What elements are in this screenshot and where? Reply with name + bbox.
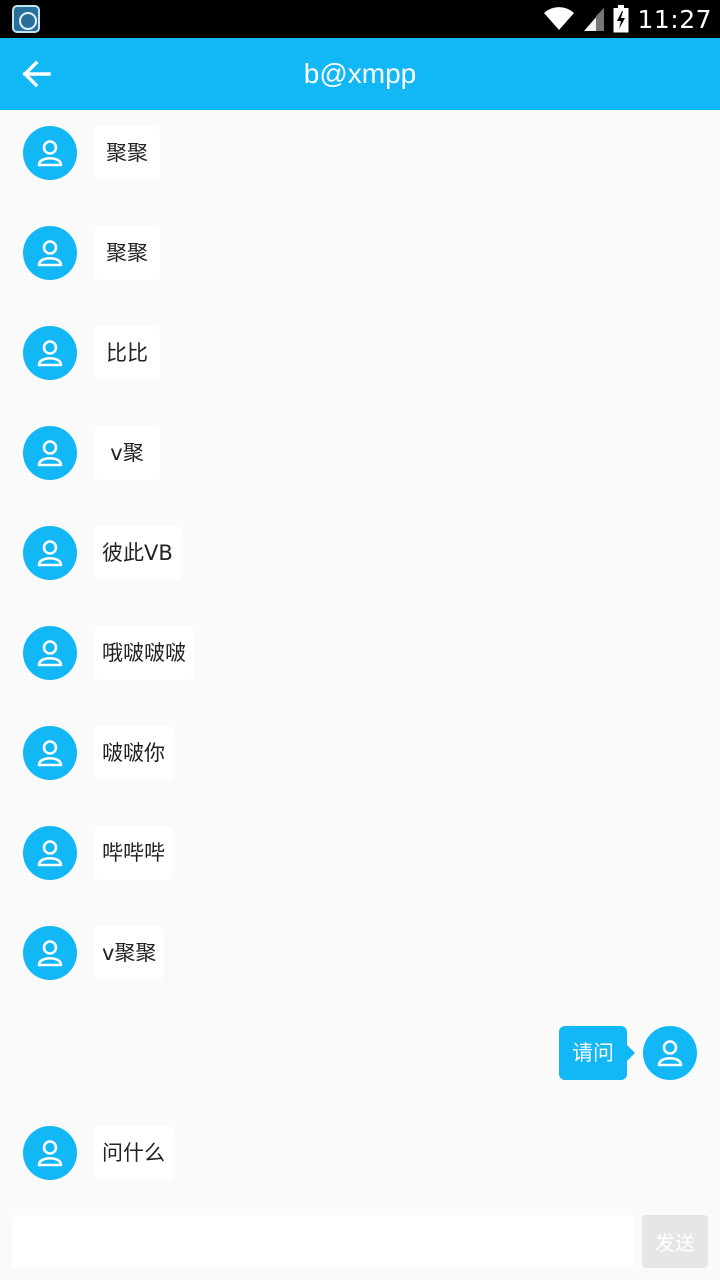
avatar[interactable] [23,526,77,580]
avatar[interactable] [23,726,77,780]
avatar[interactable] [23,926,77,980]
input-bar: 发送 [0,1206,720,1280]
message-list[interactable]: 聚聚 聚聚 比比 v聚 彼此VB 哦啵啵啵 啵啵你 哔哔哔 v聚聚 请问 问什么 [0,110,720,1200]
message-bubble[interactable]: 哦啵啵啵 [94,626,194,680]
send-button[interactable]: 发送 [642,1215,708,1268]
message-bubble[interactable]: 聚聚 [94,226,160,280]
incoming-message: 啵啵你 [0,726,720,782]
arrow-left-icon [22,60,51,88]
status-icons: 11:27 [543,0,712,38]
status-time: 11:27 [637,4,712,34]
message-bubble[interactable]: 聚聚 [94,126,160,180]
message-bubble[interactable]: 啵啵你 [94,726,173,780]
app-bar: b@xmpp [0,38,720,110]
avatar[interactable] [643,1026,697,1080]
page-title: b@xmpp [303,58,417,89]
status-bar: 11:27 [0,0,720,38]
incoming-message: 聚聚 [0,226,720,282]
cell-signal-icon [584,8,605,31]
avatar[interactable] [23,226,77,280]
avatar[interactable] [23,126,77,180]
message-bubble[interactable]: 问什么 [94,1126,173,1180]
message-bubble[interactable]: 彼此VB [94,526,181,580]
message-bubble[interactable]: v聚聚 [94,926,165,980]
incoming-message: v聚 [0,426,720,482]
incoming-message: 聚聚 [0,126,720,182]
battery-charging-icon [613,5,629,33]
incoming-message: v聚聚 [0,926,720,982]
app-notification-icon [12,5,40,33]
incoming-message: 比比 [0,326,720,382]
user-avatar-icon [37,240,63,267]
user-avatar-icon [37,640,63,667]
user-avatar-icon [37,940,63,967]
message-bubble[interactable]: v聚 [94,426,160,480]
user-avatar-icon [37,540,63,567]
back-button[interactable] [14,52,58,96]
user-avatar-icon [657,1040,683,1067]
message-input[interactable] [12,1215,634,1268]
avatar[interactable] [23,1126,77,1180]
user-avatar-icon [37,840,63,867]
incoming-message: 哦啵啵啵 [0,626,720,682]
incoming-message: 彼此VB [0,526,720,582]
outgoing-message: 请问 [0,1026,720,1082]
avatar[interactable] [23,626,77,680]
message-bubble[interactable]: 比比 [94,326,160,380]
avatar[interactable] [23,826,77,880]
avatar[interactable] [23,326,77,380]
avatar[interactable] [23,426,77,480]
incoming-message: 问什么 [0,1126,720,1182]
user-avatar-icon [37,1140,63,1167]
user-avatar-icon [37,740,63,767]
user-avatar-icon [37,440,63,467]
message-bubble[interactable]: 请问 [559,1026,635,1080]
user-avatar-icon [37,340,63,367]
user-avatar-icon [37,140,63,167]
wifi-icon [544,7,575,30]
incoming-message: 哔哔哔 [0,826,720,882]
message-bubble[interactable]: 哔哔哔 [94,826,173,880]
